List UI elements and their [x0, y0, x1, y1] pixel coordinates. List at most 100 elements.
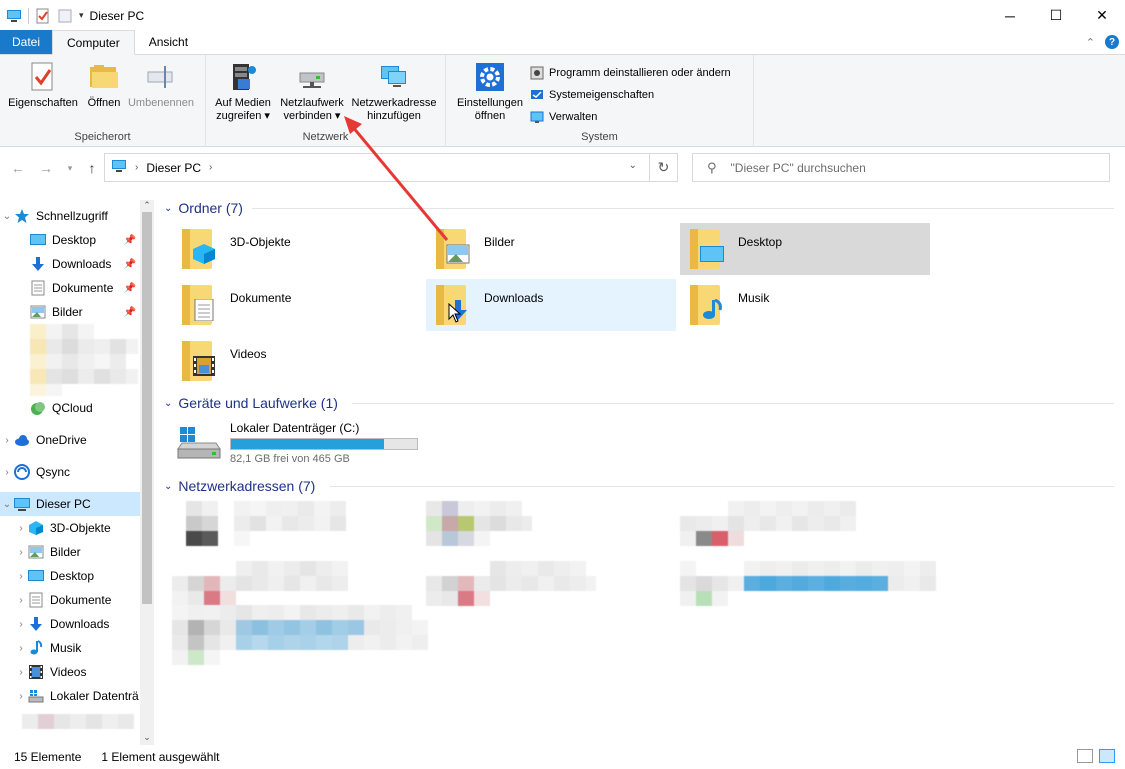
pin-icon[interactable]: 📌: [124, 307, 136, 318]
eigenschaften-button[interactable]: Eigenschaften: [6, 61, 80, 110]
address-dropdown-icon[interactable]: ⌄: [629, 160, 637, 171]
nav-pc-dokumente[interactable]: › Dokumente: [0, 588, 140, 612]
large-icons-view-icon[interactable]: [1099, 749, 1115, 763]
netzwerkadresse-hinzufuegen-button[interactable]: Netzwerkadresse hinzufügen: [348, 61, 440, 123]
nav-scrollbar[interactable]: ⌃ ⌄: [140, 200, 154, 745]
network-location-icon: [378, 61, 410, 93]
star-icon: [14, 208, 30, 224]
collapsed-chevron-icon[interactable]: ›: [14, 595, 28, 606]
pin-icon[interactable]: 📌: [124, 259, 136, 270]
new-folder-icon[interactable]: [57, 8, 73, 24]
music-folder-icon: [684, 283, 732, 327]
breadcrumb-dieser-pc[interactable]: Dieser PC: [146, 161, 201, 175]
nav-pc-downloads[interactable]: › Downloads: [0, 612, 140, 636]
section-chevron-icon[interactable]: ⌄: [164, 203, 172, 214]
drive-name: Lokaler Datenträger (C:): [230, 421, 360, 435]
nav-schnellzugriff[interactable]: ⌄ Schnellzugriff: [0, 204, 140, 228]
section-chevron-icon[interactable]: ⌄: [164, 481, 172, 492]
collapsed-chevron-icon[interactable]: ›: [0, 467, 14, 478]
forward-button[interactable]: →: [36, 158, 56, 178]
collapsed-chevron-icon[interactable]: ›: [14, 667, 28, 678]
nav-quick-downloads[interactable]: Downloads 📌: [0, 252, 140, 276]
pin-icon[interactable]: 📌: [124, 235, 136, 246]
nav-pc-desktop[interactable]: › Desktop: [0, 564, 140, 588]
uninstall-icon: [530, 66, 544, 80]
documents-folder-icon: [176, 283, 224, 327]
tab-datei[interactable]: Datei: [0, 30, 53, 54]
refresh-button[interactable]: ↻: [649, 154, 677, 181]
pin-icon[interactable]: 📌: [124, 283, 136, 294]
group-label-system: System: [581, 131, 618, 143]
nav-qcloud[interactable]: QCloud: [0, 396, 140, 420]
umbenennen-button[interactable]: Umbenennen: [124, 61, 198, 110]
search-icon: ⚲: [707, 159, 717, 175]
details-view-icon[interactable]: [1077, 749, 1093, 763]
scroll-down-arrow-icon[interactable]: ⌄: [140, 732, 154, 743]
collapsed-chevron-icon[interactable]: ›: [0, 435, 14, 446]
recent-locations-button[interactable]: ▾: [60, 158, 80, 178]
help-icon[interactable]: ?: [1105, 35, 1119, 49]
nav-quick-bilder[interactable]: Bilder 📌: [0, 300, 140, 324]
programm-deinstallieren-button[interactable]: Programm deinstallieren oder ändern: [530, 62, 731, 84]
close-button[interactable]: ✕: [1079, 0, 1125, 31]
back-button[interactable]: ←: [8, 158, 28, 178]
einstellungen-oeffnen-button[interactable]: Einstellungen öffnen: [452, 61, 528, 123]
expanded-chevron-icon[interactable]: ⌄: [0, 211, 14, 222]
breadcrumb-separator-icon[interactable]: ›: [209, 162, 212, 173]
section-netzwerkadressen[interactable]: ⌄ Netzwerkadressen (7): [164, 475, 315, 497]
folder-bilder[interactable]: Bilder: [426, 223, 676, 275]
netzlaufwerk-verbinden-button[interactable]: Netzlaufwerk verbinden ▾: [276, 61, 348, 123]
collapsed-chevron-icon[interactable]: ›: [14, 523, 28, 534]
up-button[interactable]: ↑: [82, 158, 102, 178]
properties-icon[interactable]: [35, 8, 51, 24]
nav-qsync[interactable]: › Qsync: [0, 460, 140, 484]
media-server-icon: [227, 61, 259, 93]
status-selection: 1 Element ausgewählt: [101, 750, 220, 764]
folder-videos[interactable]: Videos: [172, 335, 422, 387]
collapse-ribbon-icon[interactable]: ⌃: [1086, 36, 1095, 49]
nav-pc-videos[interactable]: › Videos: [0, 660, 140, 684]
nav-pc-3d-objekte[interactable]: › 3D-Objekte: [0, 516, 140, 540]
folder-downloads[interactable]: Downloads: [426, 279, 676, 331]
open-folder-icon: [88, 61, 120, 93]
verwalten-button[interactable]: Verwalten: [530, 106, 731, 128]
collapsed-chevron-icon[interactable]: ›: [14, 547, 28, 558]
maximize-button[interactable]: ☐: [1033, 0, 1079, 31]
collapsed-chevron-icon[interactable]: ›: [14, 691, 28, 702]
customize-qa-icon[interactable]: ▾: [79, 10, 84, 21]
expanded-chevron-icon[interactable]: ⌄: [0, 499, 14, 510]
section-ordner[interactable]: ⌄ Ordner (7): [164, 197, 243, 219]
oeffnen-button[interactable]: Öffnen: [84, 61, 124, 110]
folder-desktop[interactable]: Desktop: [680, 223, 930, 275]
collapsed-chevron-icon[interactable]: ›: [14, 571, 28, 582]
section-divider: [252, 208, 1114, 209]
drive-c[interactable]: Lokaler Datenträger (C:) 82,1 GB frei vo…: [176, 421, 436, 465]
nav-quick-dokumente[interactable]: Dokumente 📌: [0, 276, 140, 300]
nav-pc-musik[interactable]: › Musik: [0, 636, 140, 660]
folder-dokumente[interactable]: Dokumente: [172, 279, 422, 331]
downloads-folder-icon: [430, 283, 478, 327]
pictures-icon: [28, 544, 44, 560]
search-input[interactable]: ⚲ "Dieser PC" durchsuchen: [692, 153, 1110, 182]
tab-ansicht[interactable]: Ansicht: [135, 30, 202, 54]
breadcrumb-separator-icon[interactable]: ›: [135, 162, 138, 173]
nav-quick-desktop[interactable]: Desktop 📌: [0, 228, 140, 252]
tab-computer[interactable]: Computer: [52, 30, 135, 55]
folder-3d-objekte[interactable]: 3D-Objekte: [172, 223, 422, 275]
folder-musik[interactable]: Musik: [680, 279, 930, 331]
nav-pc-bilder[interactable]: › Bilder: [0, 540, 140, 564]
nav-pc-lokaler-datentraeger[interactable]: › Lokaler Datenträ: [0, 684, 140, 708]
scrollbar-thumb[interactable]: [142, 212, 152, 604]
collapsed-chevron-icon[interactable]: ›: [14, 643, 28, 654]
nav-dieser-pc[interactable]: ⌄ Dieser PC: [0, 492, 140, 516]
collapsed-chevron-icon[interactable]: ›: [14, 619, 28, 630]
minimize-button[interactable]: ─: [987, 0, 1033, 31]
section-chevron-icon[interactable]: ⌄: [164, 398, 172, 409]
section-geraete[interactable]: ⌄ Geräte und Laufwerke (1): [164, 392, 338, 414]
drive-icon: [28, 688, 44, 704]
systemeigenschaften-button[interactable]: Systemeigenschaften: [530, 84, 731, 106]
nav-onedrive[interactable]: › OneDrive: [0, 428, 140, 452]
scroll-up-arrow-icon[interactable]: ⌃: [140, 200, 154, 211]
auf-medien-zugreifen-button[interactable]: Auf Medien zugreifen ▾: [210, 61, 276, 123]
address-bar[interactable]: › Dieser PC › ⌄ ↻: [104, 153, 678, 182]
